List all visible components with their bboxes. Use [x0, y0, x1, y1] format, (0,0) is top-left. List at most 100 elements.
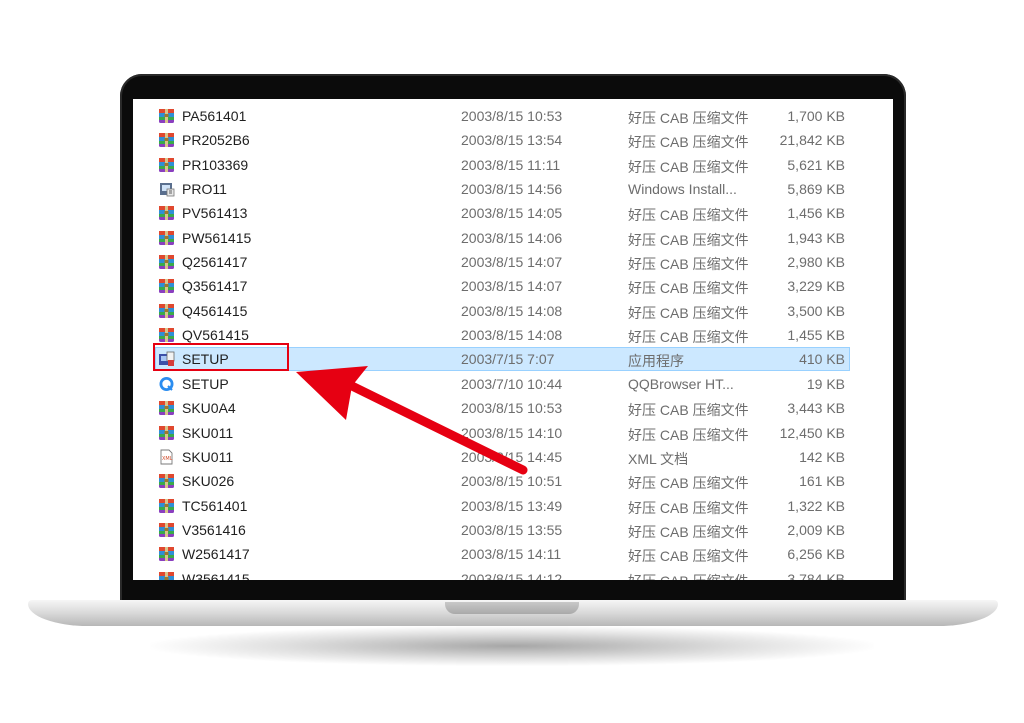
file-row[interactable]: XML SKU011 2003/8/15 14:45 XML 文档 142 KB [133, 445, 893, 469]
file-name: Q4561415 [182, 303, 248, 319]
file-name: SKU011 [182, 449, 234, 465]
cab-archive-icon [158, 473, 175, 489]
file-type: 好压 CAB 压缩文件 [628, 159, 749, 175]
file-row[interactable]: PRO11 2003/8/15 14:56 Windows Install... 5,… [133, 177, 893, 201]
file-date: 2003/8/15 10:51 [461, 473, 563, 489]
file-size: 3,500 KB [787, 303, 845, 319]
file-type: 好压 CAB 压缩文件 [628, 280, 749, 296]
cab-archive-icon [158, 498, 175, 514]
cab-archive-icon [158, 571, 175, 580]
cab-archive-icon [158, 327, 175, 343]
file-row[interactable]: W2561417 2003/8/15 14:11 好压 CAB 压缩文件 6,256 … [133, 542, 893, 566]
file-row[interactable]: PW561415 2003/8/15 14:06 好压 CAB 压缩文件 1,943 … [133, 226, 893, 250]
file-date: 2003/8/15 14:56 [461, 181, 563, 197]
cab-archive-icon [158, 425, 175, 441]
file-date: 2003/8/15 10:53 [461, 400, 563, 416]
file-type: 好压 CAB 压缩文件 [628, 571, 749, 580]
annotation-highlight-box [153, 343, 289, 371]
file-name: V3561416 [182, 522, 246, 538]
file-row[interactable]: V3561416 2003/8/15 13:55 好压 CAB 压缩文件 2,009 … [133, 518, 893, 542]
file-row[interactable]: Q4561415 2003/8/15 14:08 好压 CAB 压缩文件 3,500 … [133, 299, 893, 323]
file-name: PW561415 [182, 230, 252, 246]
file-date: 2003/8/15 13:54 [461, 132, 563, 148]
cab-archive-icon [158, 108, 175, 124]
file-row[interactable]: SKU011 2003/8/15 14:10 好压 CAB 压缩文件 12,450 K… [133, 421, 893, 445]
file-size: 1,943 KB [787, 230, 845, 246]
file-size: 1,456 KB [787, 205, 845, 221]
file-size: 5,621 KB [787, 157, 845, 173]
file-date: 2003/8/15 13:55 [461, 522, 563, 538]
file-type: 好压 CAB 压缩文件 [628, 134, 749, 150]
file-size: 19 KB [806, 376, 845, 392]
svg-text:XML: XML [162, 456, 173, 462]
file-size: 3,229 KB [787, 278, 845, 294]
file-name: PV561413 [182, 205, 248, 221]
file-date: 2003/7/10 10:44 [461, 376, 563, 392]
file-size: 6,256 KB [787, 546, 845, 562]
file-name: PR2052B6 [182, 132, 250, 148]
file-type: 好压 CAB 压缩文件 [628, 402, 749, 418]
file-date: 2003/8/15 14:12 [461, 571, 563, 580]
file-row[interactable]: SETUP 2003/7/10 10:44 QQBrowser HT... 19 KB [133, 372, 893, 396]
file-size: 12,450 KB [779, 425, 845, 441]
file-size: 21,842 KB [779, 132, 845, 148]
file-type: 好压 CAB 压缩文件 [628, 232, 749, 248]
laptop-shadow [150, 626, 874, 666]
file-row[interactable]: PR2052B6 2003/8/15 13:54 好压 CAB 压缩文件 21,842… [133, 128, 893, 152]
file-date: 2003/8/15 14:10 [461, 425, 563, 441]
file-date: 2003/7/15 7:07 [461, 351, 555, 367]
cab-archive-icon [158, 400, 175, 416]
file-type: 好压 CAB 压缩文件 [628, 475, 749, 491]
cab-archive-icon [158, 522, 175, 538]
cab-archive-icon [158, 132, 175, 148]
file-name: Q3561417 [182, 278, 248, 294]
file-size: 2,980 KB [787, 254, 845, 270]
cab-archive-icon [158, 303, 175, 319]
file-name: QV561415 [182, 327, 249, 343]
file-size: 1,322 KB [787, 498, 845, 514]
file-row[interactable]: SKU026 2003/8/15 10:51 好压 CAB 压缩文件 161 KB [133, 469, 893, 493]
file-type: 好压 CAB 压缩文件 [628, 548, 749, 564]
file-name: SKU0A4 [182, 400, 236, 416]
file-size: 1,455 KB [787, 327, 845, 343]
file-name: PRO11 [182, 181, 227, 197]
cab-archive-icon [158, 230, 175, 246]
file-size: 5,869 KB [787, 181, 845, 197]
file-type: 应用程序 [628, 353, 684, 369]
file-date: 2003/8/15 14:07 [461, 254, 563, 270]
file-type: Windows Install... [628, 181, 737, 197]
file-type: XML 文档 [628, 451, 689, 467]
file-size: 410 KB [799, 351, 845, 367]
file-row[interactable]: TC561401 2003/8/15 13:49 好压 CAB 压缩文件 1,322 … [133, 494, 893, 518]
file-size: 2,009 KB [787, 522, 845, 538]
cab-archive-icon [158, 157, 175, 173]
file-date: 2003/8/15 14:06 [461, 230, 563, 246]
file-row[interactable]: PR103369 2003/8/15 11:11 好压 CAB 压缩文件 5,621 … [133, 153, 893, 177]
file-name: W3561415 [182, 571, 250, 580]
file-name: PA561401 [182, 108, 247, 124]
cab-archive-icon [158, 254, 175, 270]
windows-installer-icon [158, 181, 175, 197]
file-size: 161 KB [799, 473, 845, 489]
file-date: 2003/8/15 14:08 [461, 327, 563, 343]
file-row[interactable]: Q2561417 2003/8/15 14:07 好压 CAB 压缩文件 2,980 … [133, 250, 893, 274]
qqbrowser-html-icon [158, 376, 175, 392]
laptop-base-notch [445, 602, 579, 614]
file-date: 2003/8/15 14:05 [461, 205, 563, 221]
file-row[interactable]: PA561401 2003/8/15 10:53 好压 CAB 压缩文件 1,700 … [133, 104, 893, 128]
cab-archive-icon [158, 205, 175, 221]
file-row[interactable]: W3561415 2003/8/15 14:12 好压 CAB 压缩文件 3,784 … [133, 567, 893, 580]
xml-document-icon: XML [158, 449, 175, 465]
file-type: 好压 CAB 压缩文件 [628, 500, 749, 516]
file-date: 2003/8/15 11:11 [461, 157, 561, 173]
file-date: 2003/8/15 10:53 [461, 108, 563, 124]
file-date: 2003/8/15 14:11 [461, 546, 562, 562]
file-type: 好压 CAB 压缩文件 [628, 305, 749, 321]
file-row[interactable]: Q3561417 2003/8/15 14:07 好压 CAB 压缩文件 3,229 … [133, 274, 893, 298]
file-type: 好压 CAB 压缩文件 [628, 207, 749, 223]
file-type: 好压 CAB 压缩文件 [628, 427, 749, 443]
cab-archive-icon [158, 546, 175, 562]
file-name: SETUP [182, 376, 229, 392]
file-row[interactable]: PV561413 2003/8/15 14:05 好压 CAB 压缩文件 1,456 … [133, 201, 893, 225]
file-row[interactable]: SKU0A4 2003/8/15 10:53 好压 CAB 压缩文件 3,443 KB [133, 396, 893, 420]
